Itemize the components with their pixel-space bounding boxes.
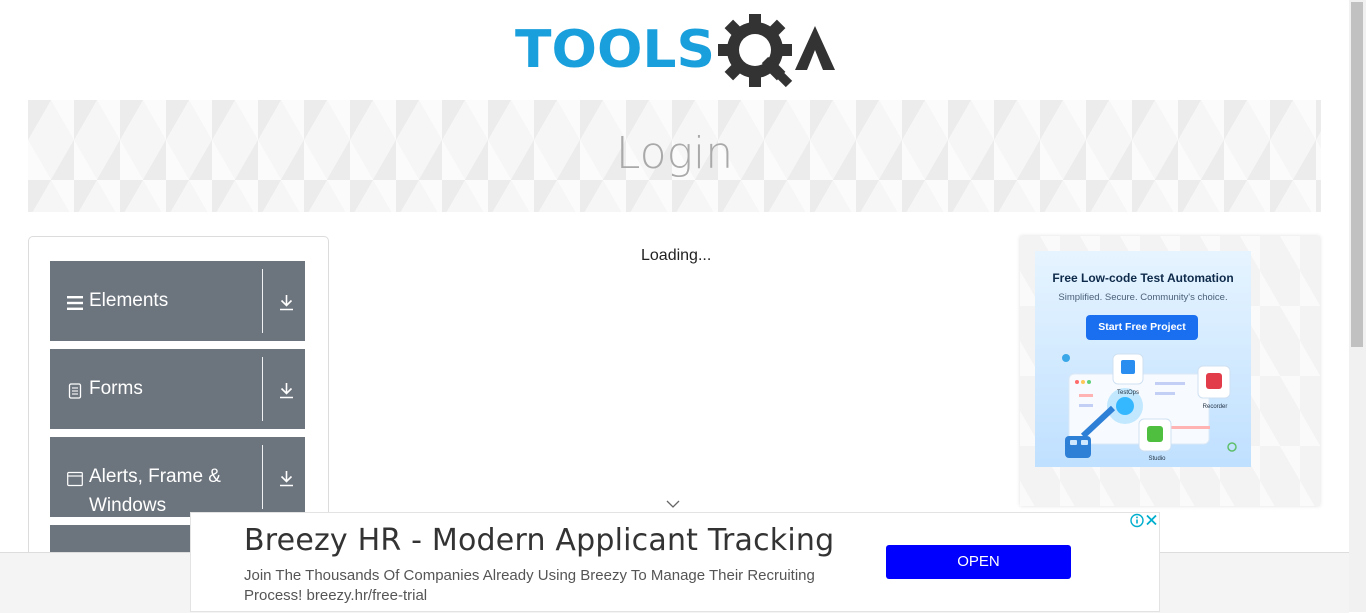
ad-subtitle: Simplified. Secure. Community's choice. xyxy=(1058,292,1228,303)
ad-card[interactable]: Free Low-code Test Automation Simplified… xyxy=(1035,251,1251,467)
download-icon[interactable] xyxy=(278,294,295,311)
chevron-down-icon[interactable] xyxy=(666,499,680,509)
adchoices-icon[interactable] xyxy=(1130,513,1160,528)
toolsqa-logo[interactable]: TOOLS QA xyxy=(515,13,837,90)
ad-title: Free Low-code Test Automation xyxy=(1052,271,1234,285)
sidebar-group-label: Alerts, Frame & xyxy=(89,466,221,487)
sidebar-group-forms[interactable]: Forms xyxy=(50,349,305,429)
sidebar-group-label: Forms xyxy=(89,378,143,399)
gear-icon xyxy=(718,13,793,88)
logo-text-tools: TOOLS xyxy=(515,20,715,80)
sidebar-group-elements[interactable]: Elements xyxy=(50,261,305,341)
window-icon xyxy=(67,471,83,487)
vertical-scrollbar[interactable] xyxy=(1349,0,1366,612)
page-title: Login xyxy=(615,128,734,179)
download-icon[interactable] xyxy=(278,382,295,399)
divider xyxy=(262,445,263,509)
ad-start-button[interactable]: Start Free Project xyxy=(1086,315,1198,340)
studio-icon xyxy=(1147,426,1163,442)
page-header-banner: Login xyxy=(28,100,1321,212)
scrollbar-thumb[interactable] xyxy=(1351,2,1363,347)
logo-letter-a xyxy=(795,26,835,70)
close-icon xyxy=(1146,514,1157,526)
ad-product-studio: Studio xyxy=(1148,456,1166,462)
sidebar-group-label: Elements xyxy=(89,290,169,311)
testops-icon xyxy=(1121,360,1135,374)
sidebar-group-label-line2: Windows xyxy=(89,495,167,516)
hamburger-icon xyxy=(67,296,83,310)
ad-product-testops: TestOps xyxy=(1117,390,1139,396)
document-icon xyxy=(68,383,82,399)
ad-description: Join The Thousands Of Companies Already … xyxy=(244,567,815,604)
recorder-icon xyxy=(1206,373,1222,389)
sidebar-group-alerts-frame-windows[interactable]: Alerts, Frame & Windows xyxy=(50,437,305,517)
divider xyxy=(262,357,263,421)
ad-product-recorder: Recorder xyxy=(1203,404,1228,410)
side-advertisement[interactable]: Free Low-code Test Automation Simplified… xyxy=(1020,236,1320,506)
loading-text: Loading... xyxy=(641,247,712,264)
bottom-advertisement[interactable]: Breezy HR - Modern Applicant Tracking Jo… xyxy=(190,512,1160,612)
ad-open-button[interactable]: OPEN xyxy=(886,545,1071,579)
ad-headline[interactable]: Breezy HR - Modern Applicant Tracking xyxy=(244,523,834,558)
divider xyxy=(262,269,263,333)
ad-illustration: TestOps Recorder Studio xyxy=(1062,353,1237,462)
download-icon[interactable] xyxy=(278,470,295,487)
